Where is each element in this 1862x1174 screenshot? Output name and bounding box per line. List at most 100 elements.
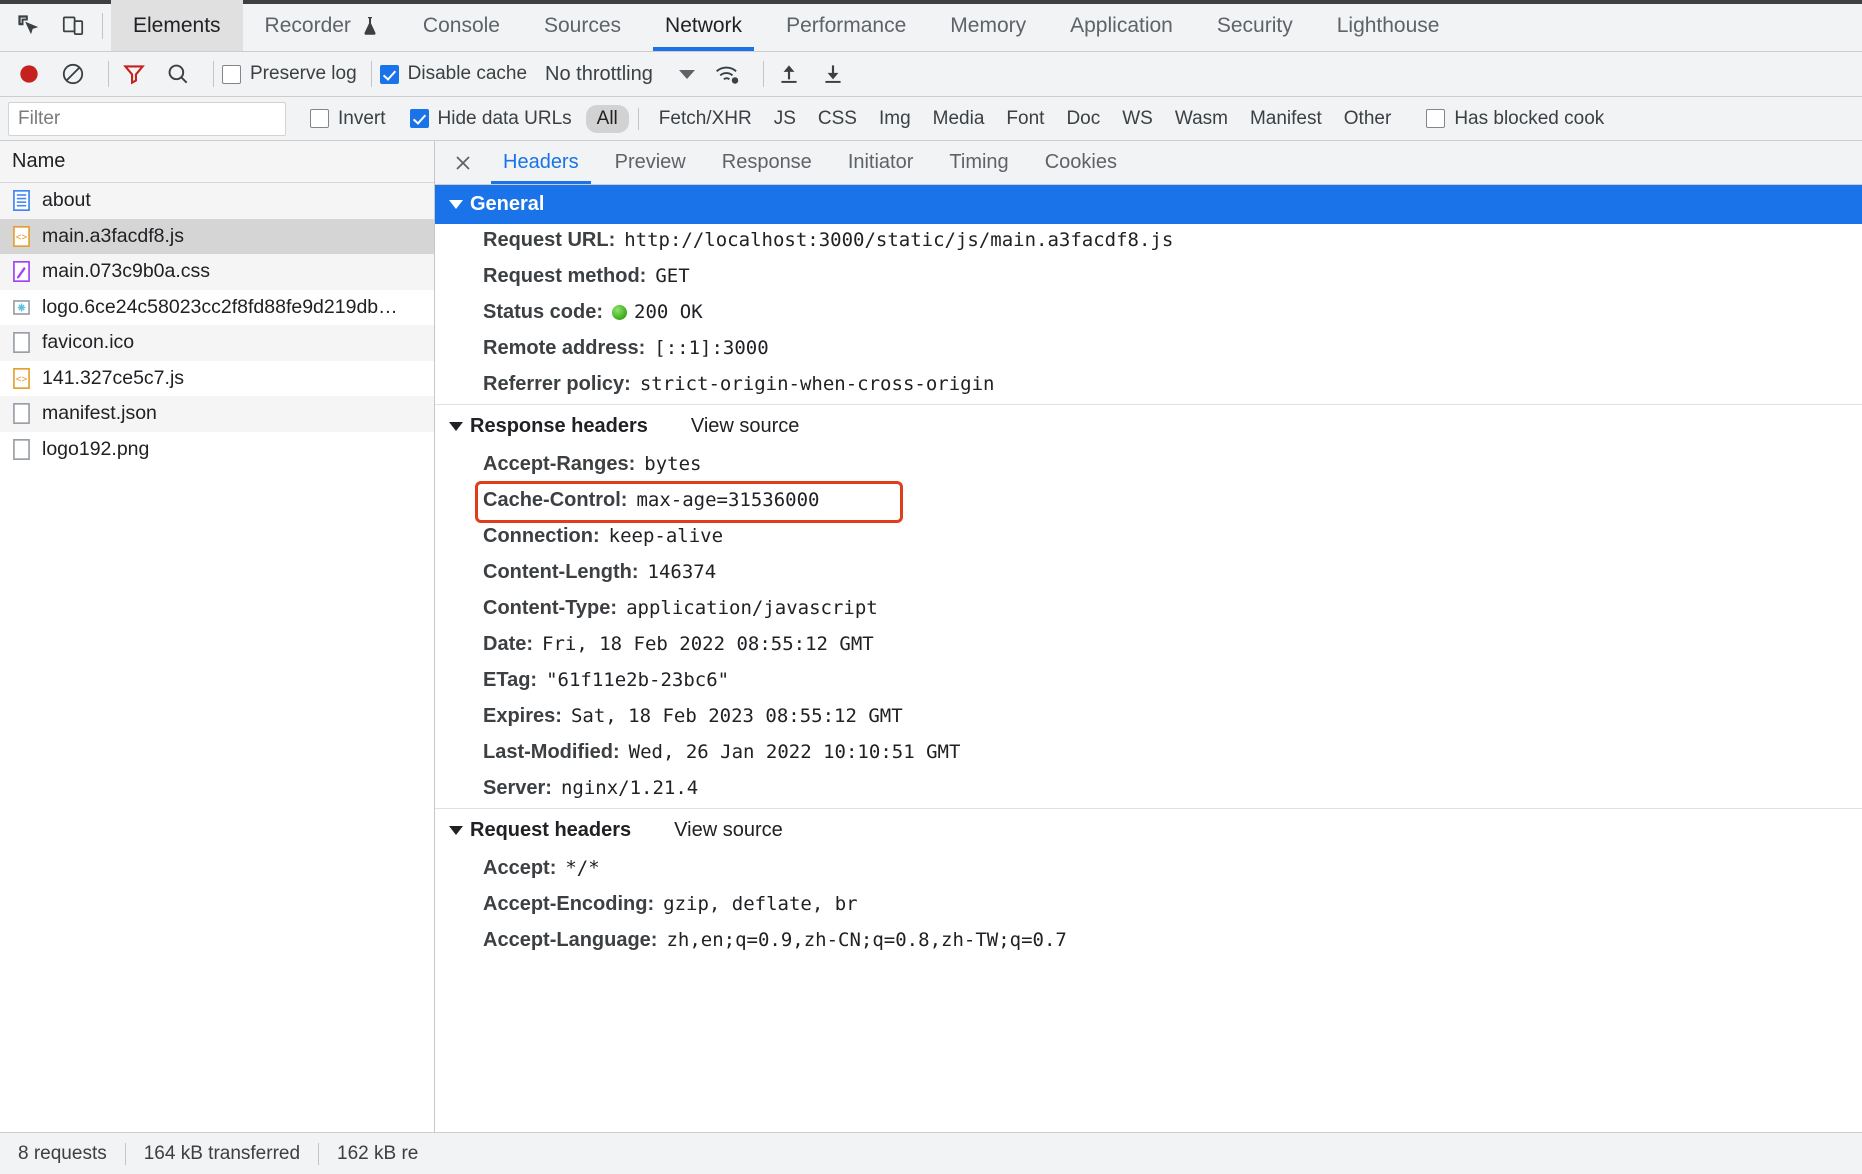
tab-application[interactable]: Application <box>1048 0 1195 51</box>
filter-type-font[interactable]: Font <box>995 105 1055 133</box>
invert-box[interactable] <box>310 109 329 128</box>
request-row-141-js[interactable]: <> 141.327ce5c7.js <box>0 360 434 396</box>
filter-type-other[interactable]: Other <box>1333 105 1403 133</box>
header-value: nginx/1.21.4 <box>560 777 699 799</box>
disable-cache-checkbox[interactable]: Disable cache <box>379 63 527 85</box>
disable-cache-box[interactable] <box>379 64 399 84</box>
header-value: keep-alive <box>608 525 724 547</box>
detail-tab-cookies[interactable]: Cookies <box>1027 141 1135 184</box>
search-icon[interactable] <box>161 57 195 91</box>
header-key: Accept-Language: <box>483 929 658 951</box>
header-key: Status code: <box>483 301 604 323</box>
download-har-icon[interactable] <box>816 57 850 91</box>
devtools-tab-bar: Elements Recorder Console Sources Networ… <box>0 0 1862 52</box>
close-icon[interactable] <box>441 141 485 184</box>
request-row-manifest[interactable]: manifest.json <box>0 396 434 432</box>
generic-file-icon <box>12 403 31 425</box>
detail-tab-headers[interactable]: Headers <box>485 141 597 184</box>
response-header-cache-control: Cache-Control: max-age=31536000 <box>435 481 1862 523</box>
triangle-down-icon <box>449 422 463 431</box>
throttling-select[interactable]: No throttling <box>545 63 653 86</box>
filter-type-all[interactable]: All <box>585 104 629 133</box>
tab-security[interactable]: Security <box>1195 0 1315 51</box>
view-source-link[interactable]: View source <box>691 415 800 438</box>
preserve-log-box[interactable] <box>222 64 241 84</box>
tab-console[interactable]: Console <box>401 0 522 51</box>
section-general[interactable]: General <box>435 185 1862 224</box>
tab-recorder[interactable]: Recorder <box>243 0 401 51</box>
detail-tab-label: Preview <box>614 151 686 173</box>
request-name: main.073c9b0a.css <box>42 260 211 283</box>
clear-network-log-icon[interactable] <box>56 57 90 91</box>
toolbar-divider-3 <box>370 61 372 87</box>
filter-type-media[interactable]: Media <box>922 105 996 133</box>
header-key: Date: <box>483 633 534 655</box>
tab-sources[interactable]: Sources <box>522 0 643 51</box>
tab-memory[interactable]: Memory <box>928 0 1048 51</box>
tab-elements[interactable]: Elements <box>111 0 243 51</box>
script-icon: <> <box>12 225 31 247</box>
flask-icon <box>361 16 379 36</box>
request-row-favicon[interactable]: favicon.ico <box>0 325 434 361</box>
generic-file-icon <box>12 332 31 354</box>
filter-type-doc[interactable]: Doc <box>1055 105 1111 133</box>
request-row-main-css[interactable]: main.073c9b0a.css <box>0 254 434 290</box>
filter-type-fetch-xhr[interactable]: Fetch/XHR <box>648 105 763 133</box>
wifi-settings-icon[interactable] <box>711 57 745 91</box>
view-source-link[interactable]: View source <box>674 819 783 842</box>
chevron-down-icon[interactable] <box>678 69 695 79</box>
toolbar-divider-2 <box>213 61 214 87</box>
request-list-header: Name <box>0 141 434 183</box>
detail-tab-preview[interactable]: Preview <box>597 141 704 184</box>
has-blocked-cookies-checkbox[interactable]: Has blocked cook <box>1426 108 1604 130</box>
record-button-icon[interactable] <box>12 57 46 91</box>
filter-type-wasm[interactable]: Wasm <box>1164 105 1239 133</box>
device-toolbar-icon[interactable] <box>58 11 88 41</box>
response-header-server: Server: nginx/1.21.4 <box>435 772 1862 808</box>
upload-har-icon[interactable] <box>772 57 806 91</box>
detail-tab-timing[interactable]: Timing <box>931 141 1026 184</box>
request-name: 141.327ce5c7.js <box>42 366 185 389</box>
section-response-headers[interactable]: Response headers View source <box>435 404 1862 448</box>
request-row-logo-svg[interactable]: logo.6ce24c58023cc2f8fd88fe9d219db… <box>0 289 434 325</box>
preserve-log-checkbox[interactable]: Preserve log <box>222 63 357 85</box>
response-header-date: Date: Fri, 18 Feb 2022 08:55:12 GMT <box>435 628 1862 664</box>
filter-funnel-icon[interactable] <box>117 57 151 91</box>
tab-sources-label: Sources <box>543 13 622 37</box>
status-ok-dot-icon <box>612 305 628 320</box>
general-row-request-url: Request URL: http://localhost:3000/stati… <box>435 224 1862 260</box>
detail-tab-initiator[interactable]: Initiator <box>830 141 932 184</box>
tab-performance[interactable]: Performance <box>764 0 928 51</box>
filter-type-ws[interactable]: WS <box>1111 105 1164 133</box>
tab-lighthouse[interactable]: Lighthouse <box>1315 0 1462 51</box>
header-value: GET <box>655 265 690 287</box>
request-name: logo192.png <box>42 437 150 460</box>
request-header-accept-encoding: Accept-Encoding: gzip, deflate, br <box>435 888 1862 924</box>
request-list[interactable]: about <> main.a3facdf8.js main.073c9b0a.… <box>0 183 434 1132</box>
request-row-main-js[interactable]: <> main.a3facdf8.js <box>0 218 434 254</box>
has-blocked-cookies-box[interactable] <box>1426 109 1446 128</box>
hide-data-urls-checkbox[interactable]: Hide data URLs <box>409 108 572 130</box>
header-value: "61f11e2b-23bc6" <box>546 669 730 691</box>
tab-network[interactable]: Network <box>643 0 764 51</box>
response-header-accept-ranges: Accept-Ranges: bytes <box>435 448 1862 484</box>
header-key: Connection: <box>483 525 600 547</box>
section-request-headers[interactable]: Request headers View source <box>435 808 1862 852</box>
request-row-about[interactable]: about <box>0 183 434 219</box>
svg-text:<>: <> <box>16 374 28 385</box>
request-row-logo192[interactable]: logo192.png <box>0 431 434 467</box>
network-filter-bar: Invert Hide data URLs All Fetch/XHR JS C… <box>0 97 1862 141</box>
filter-type-manifest[interactable]: Manifest <box>1239 105 1333 133</box>
inspect-element-icon[interactable] <box>14 11 44 41</box>
detail-tab-response[interactable]: Response <box>704 141 830 184</box>
hide-data-urls-box[interactable] <box>409 109 429 128</box>
filter-type-js[interactable]: JS <box>763 105 807 133</box>
invert-checkbox[interactable]: Invert <box>310 108 386 130</box>
response-header-expires: Expires: Sat, 18 Feb 2023 08:55:12 GMT <box>435 700 1862 736</box>
tab-network-label: Network <box>665 13 743 37</box>
detail-tab-label: Initiator <box>847 151 914 173</box>
filter-type-img[interactable]: Img <box>868 105 922 133</box>
invert-label: Invert <box>338 107 386 129</box>
filter-input[interactable] <box>8 101 286 136</box>
filter-type-css[interactable]: CSS <box>807 105 868 133</box>
